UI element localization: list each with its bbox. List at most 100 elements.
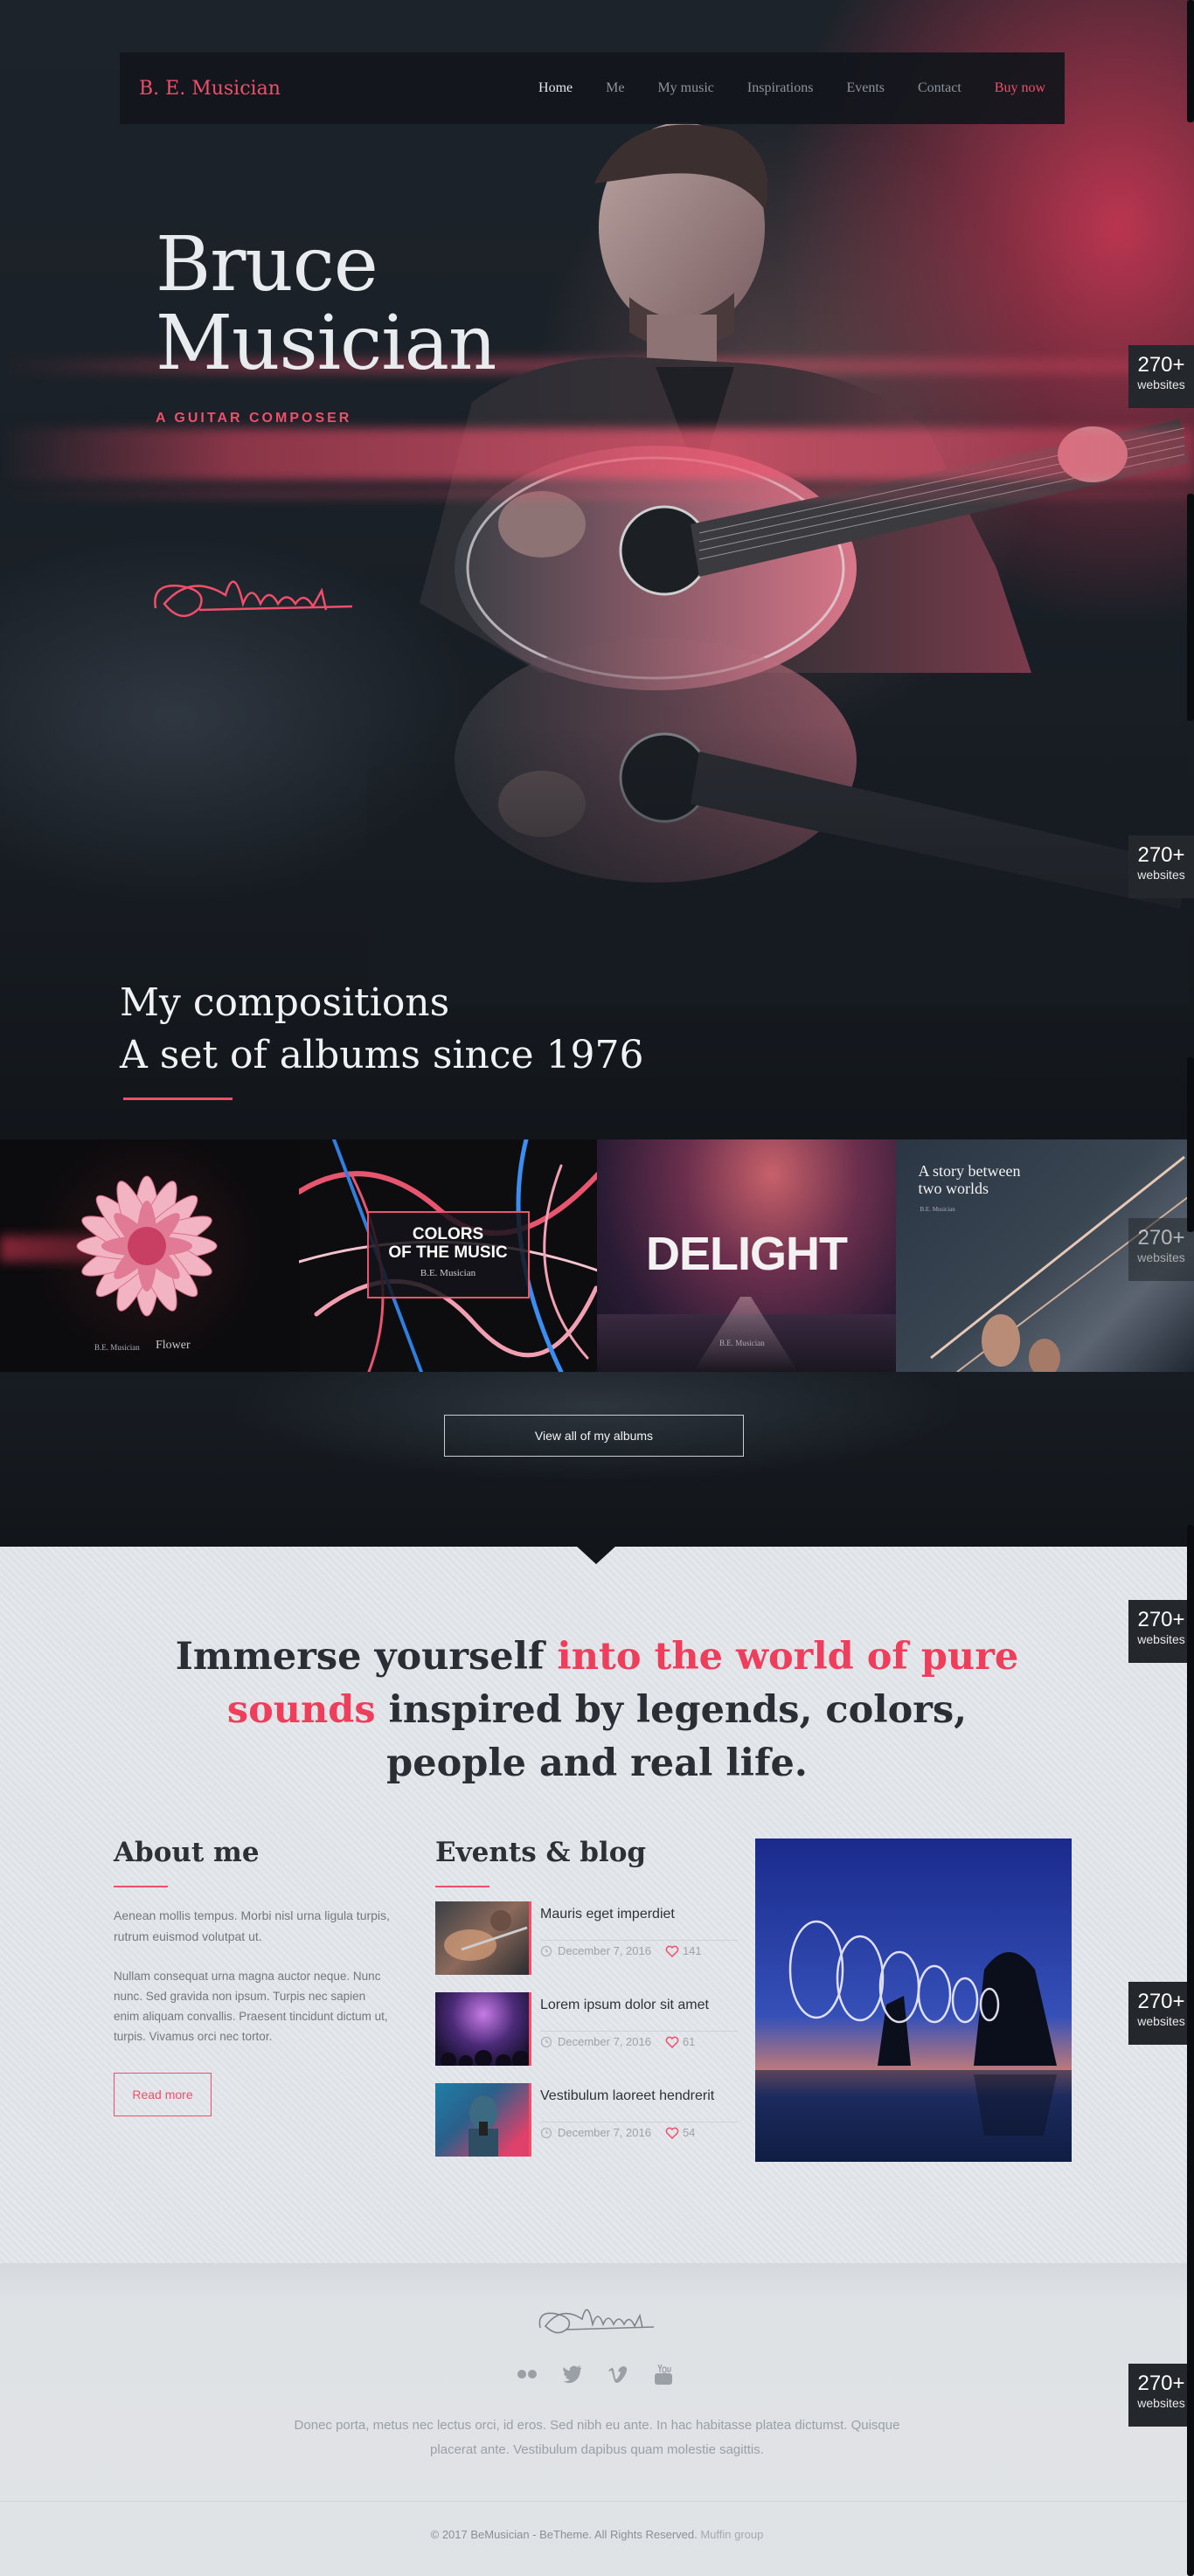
muffin-group-link[interactable]: Muffin group bbox=[700, 2528, 763, 2541]
footer-text: Donec porta, metus nec lectus orci, id e… bbox=[294, 2418, 900, 2457]
nav-item-buy-now[interactable]: Buy now bbox=[995, 80, 1045, 96]
scrollbar-thumb[interactable] bbox=[1187, 1525, 1194, 2576]
copyright: © 2017 BeMusician - BeTheme. All Rights … bbox=[0, 2528, 1194, 2541]
album-delight[interactable]: DELIGHT B.E. Musician bbox=[597, 1139, 896, 1372]
clock-icon bbox=[540, 1945, 552, 1957]
album-title: DELIGHT bbox=[646, 1228, 848, 1280]
scrollbar-thumb[interactable] bbox=[1187, 494, 1194, 721]
album-title-line2: two worlds bbox=[918, 1180, 989, 1197]
post-date: December 7, 2016 bbox=[558, 2035, 651, 2048]
scrollbar-thumb[interactable] bbox=[1187, 0, 1194, 122]
vimeo-icon[interactable] bbox=[607, 2363, 629, 2386]
album-title-line1: A story between bbox=[918, 1162, 1021, 1180]
album-title-line2: OF THE MUSIC bbox=[388, 1243, 508, 1262]
post-meta: December 7, 2016 54 bbox=[540, 2122, 738, 2139]
post-title[interactable]: Lorem ipsum dolor sit amet bbox=[540, 1998, 709, 2013]
nav-menu: Home Me My music Inspirations Events Con… bbox=[538, 80, 1045, 96]
heart-icon[interactable] bbox=[665, 2036, 679, 2048]
badge-label: websites bbox=[1137, 2396, 1185, 2410]
album-flower[interactable]: B.E. Musician Flower bbox=[0, 1139, 299, 1372]
post-date: December 7, 2016 bbox=[558, 2126, 651, 2139]
heart-icon[interactable] bbox=[665, 2127, 679, 2139]
album-artist: B.E. Musician bbox=[420, 1268, 476, 1278]
websites-badge[interactable]: 270+ websites bbox=[1128, 1982, 1194, 2045]
hero-subtitle: A GUITAR COMPOSER bbox=[156, 411, 352, 426]
albums-footer-area bbox=[0, 1372, 1194, 1547]
badge-number: 270+ bbox=[1137, 1608, 1185, 1631]
about-title: About me bbox=[114, 1837, 260, 1868]
post-likes: 61 bbox=[682, 2035, 696, 2048]
heart-icon[interactable] bbox=[665, 1945, 679, 1957]
post-likes: 54 bbox=[682, 2126, 696, 2139]
clock-icon bbox=[540, 2127, 552, 2139]
post-date: December 7, 2016 bbox=[558, 1944, 651, 1957]
albums-strip: B.E. Musician Flower COLORS OF THE MUSIC… bbox=[0, 1139, 1194, 1372]
badge-number: 270+ bbox=[1137, 1990, 1185, 2013]
blog-accent-rule bbox=[435, 1886, 489, 1887]
post-thumbnail[interactable] bbox=[435, 2083, 531, 2157]
nav-item-my-music[interactable]: My music bbox=[657, 80, 713, 96]
clock-icon bbox=[540, 2036, 552, 2048]
nav-item-contact[interactable]: Contact bbox=[918, 80, 961, 96]
badge-number: 270+ bbox=[1137, 1226, 1185, 1250]
album-title-line1: COLORS bbox=[412, 1225, 484, 1243]
about-paragraph-1: Aenean mollis tempus. Morbi nisl urna li… bbox=[114, 1908, 390, 1943]
nav-item-me[interactable]: Me bbox=[606, 80, 624, 96]
main-nav: B. E. Musician Home Me My music Inspirat… bbox=[120, 52, 1065, 124]
flower-icon bbox=[76, 1175, 218, 1317]
twitter-icon[interactable] bbox=[561, 2363, 584, 2386]
nav-item-events[interactable]: Events bbox=[846, 80, 885, 96]
album-cover-label: COLORS OF THE MUSIC B.E. Musician bbox=[366, 1211, 530, 1298]
badge-label: websites bbox=[1137, 2014, 1185, 2028]
social-links bbox=[516, 2363, 675, 2386]
badge-label: websites bbox=[1137, 868, 1185, 882]
about-accent-rule bbox=[114, 1886, 168, 1887]
websites-badge[interactable]: 270+ websites bbox=[1128, 2364, 1194, 2427]
album-title: A story between two worlds bbox=[919, 1162, 1021, 1197]
nav-item-inspirations[interactable]: Inspirations bbox=[747, 80, 814, 96]
badge-number: 270+ bbox=[1137, 353, 1185, 377]
post-thumbnail[interactable] bbox=[435, 1901, 531, 1975]
intro-quote: Immerse yourself into the world of pure … bbox=[175, 1631, 1019, 1790]
album-title: Flower bbox=[156, 1339, 191, 1352]
site-logo[interactable]: B. E. Musician bbox=[139, 78, 281, 100]
hero-title-line2: Musician bbox=[156, 300, 496, 387]
post-title[interactable]: Vestibulum laoreet hendrerit bbox=[540, 2088, 714, 2104]
badge-label: websites bbox=[1137, 1632, 1185, 1646]
post-meta: December 7, 2016 141 bbox=[540, 1940, 738, 1957]
blog-post[interactable]: Vestibulum laoreet hendrerit December 7,… bbox=[435, 2083, 738, 2158]
compositions-line1: My compositions bbox=[120, 980, 450, 1025]
badge-label: websites bbox=[1137, 1250, 1185, 1264]
blog-post[interactable]: Lorem ipsum dolor sit amet December 7, 2… bbox=[435, 1992, 738, 2067]
youtube-icon[interactable] bbox=[652, 2363, 675, 2386]
about-paragraph-2: Nullam consequat urna magna auctor neque… bbox=[114, 1970, 388, 2043]
intro-quote-part2: inspired by legends, colors, people and … bbox=[375, 1688, 968, 1785]
websites-badge[interactable]: 270+ websites bbox=[1128, 345, 1194, 408]
album-artist: B.E. Musician bbox=[719, 1339, 765, 1347]
album-colors-of-the-music[interactable]: COLORS OF THE MUSIC B.E. Musician bbox=[298, 1139, 597, 1372]
signature-graphic bbox=[147, 556, 357, 634]
hero-title-line1: Bruce bbox=[156, 221, 378, 308]
websites-badge[interactable]: 270+ websites bbox=[1128, 1600, 1194, 1663]
post-likes: 141 bbox=[682, 1944, 702, 1957]
light-streak bbox=[0, 428, 1194, 481]
album-artist: B.E. Musician bbox=[920, 1206, 955, 1213]
scrollbar-thumb[interactable] bbox=[1187, 1057, 1194, 1232]
read-more-button[interactable]: Read more bbox=[114, 2073, 212, 2116]
badge-label: websites bbox=[1137, 377, 1185, 391]
view-all-albums-button[interactable]: View all of my albums bbox=[444, 1415, 744, 1457]
nav-item-home[interactable]: Home bbox=[538, 80, 573, 96]
hero-title: Bruce Musician bbox=[156, 225, 496, 383]
section-notch bbox=[575, 1545, 617, 1564]
post-meta: December 7, 2016 61 bbox=[540, 2031, 738, 2048]
flickr-icon[interactable] bbox=[516, 2363, 538, 2386]
compositions-heading: My compositions A set of albums since 19… bbox=[120, 977, 644, 1082]
copyright-text: © 2017 BeMusician - BeTheme. All Rights … bbox=[430, 2528, 701, 2541]
footer-divider bbox=[0, 2501, 1194, 2502]
websites-badge[interactable]: 270+ websites bbox=[1128, 1218, 1194, 1281]
websites-badge[interactable]: 270+ websites bbox=[1128, 835, 1194, 898]
footer-signature-graphic bbox=[535, 2293, 657, 2345]
post-thumbnail[interactable] bbox=[435, 1992, 531, 2066]
blog-post[interactable]: Mauris eget imperdiet December 7, 2016 1… bbox=[435, 1901, 738, 1977]
post-title[interactable]: Mauris eget imperdiet bbox=[540, 1907, 675, 1922]
